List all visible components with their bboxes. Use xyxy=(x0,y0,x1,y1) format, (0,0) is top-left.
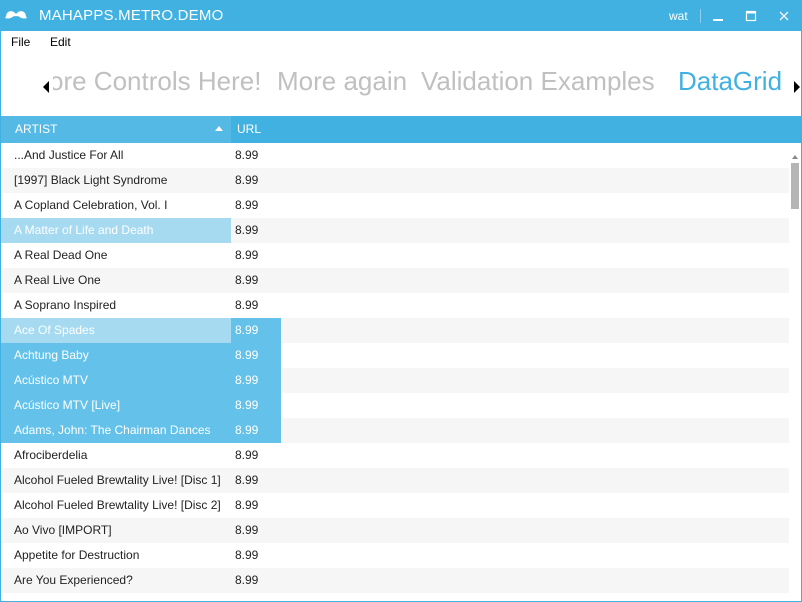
cell-url[interactable]: 8.99 xyxy=(231,193,281,218)
cell-artist[interactable]: Ao Vivo [IMPORT] xyxy=(1,518,231,543)
cell-url[interactable]: 8.99 xyxy=(231,168,281,193)
table-row[interactable]: A Real Dead One 8.99 xyxy=(1,243,789,268)
menu-file[interactable]: File xyxy=(11,31,30,53)
pivot-tab-strip: ore Controls Here! More again Validation… xyxy=(1,59,801,109)
minimize-icon xyxy=(713,19,723,21)
cell-url[interactable]: 8.99 xyxy=(231,418,281,443)
sort-ascending-icon xyxy=(215,126,223,131)
table-row[interactable]: ...And Justice For All 8.99 xyxy=(1,143,789,168)
maximize-icon xyxy=(745,10,757,22)
chevron-left-icon[interactable] xyxy=(43,81,49,93)
cell-artist[interactable]: Appetite for Destruction xyxy=(1,543,231,568)
table-row[interactable]: Alcohol Fueled Brewtality Live! [Disc 2]… xyxy=(1,493,789,518)
cell-url[interactable]: 8.99 xyxy=(231,493,281,518)
tab-more-controls[interactable]: ore Controls Here! xyxy=(53,66,261,97)
datagrid-header: ARTIST URL xyxy=(1,116,801,143)
window-title: MAHAPPS.METRO.DEMO xyxy=(39,7,224,24)
cell-artist[interactable]: A Soprano Inspired xyxy=(1,293,231,318)
chevron-right-icon[interactable] xyxy=(794,81,800,93)
cell-url[interactable]: 8.99 xyxy=(231,293,281,318)
title-bar[interactable]: MAHAPPS.METRO.DEMO wat xyxy=(1,1,801,31)
table-row[interactable]: A Matter of Life and Death 8.99 xyxy=(1,218,789,243)
table-row[interactable]: Appetite for Destruction 8.99 xyxy=(1,543,789,568)
cell-url[interactable]: 8.99 xyxy=(231,518,281,543)
cell-url[interactable]: 8.99 xyxy=(231,543,281,568)
table-row[interactable]: [1997] Black Light Syndrome 8.99 xyxy=(1,168,789,193)
table-row[interactable]: Adams, John: The Chairman Dances 8.99 xyxy=(1,418,789,443)
cell-url[interactable]: 8.99 xyxy=(231,393,281,418)
user-label[interactable]: wat xyxy=(669,1,688,31)
tab-validation-examples[interactable]: Validation Examples xyxy=(421,66,655,97)
scroll-up-icon[interactable] xyxy=(792,155,798,159)
table-row[interactable]: Ace Of Spades 8.99 xyxy=(1,318,789,343)
cell-url[interactable]: 8.99 xyxy=(231,343,281,368)
menu-edit[interactable]: Edit xyxy=(50,31,71,53)
table-row[interactable]: Ao Vivo [IMPORT] 8.99 xyxy=(1,518,789,543)
tab-list: ore Controls Here! More again Validation… xyxy=(53,59,791,109)
cell-artist[interactable]: Adams, John: The Chairman Dances xyxy=(1,418,231,443)
table-row[interactable]: Afrociberdelia 8.99 xyxy=(1,443,789,468)
table-row[interactable]: A Real Live One 8.99 xyxy=(1,268,789,293)
minimize-button[interactable] xyxy=(701,1,735,31)
datagrid-rows: ...And Justice For All 8.99 [1997] Black L… xyxy=(1,143,789,601)
cell-url[interactable]: 8.99 xyxy=(231,468,281,493)
column-header-url[interactable]: URL xyxy=(237,116,261,143)
cell-url[interactable]: 8.99 xyxy=(231,143,281,168)
app-window: MAHAPPS.METRO.DEMO wat File Edit ore Con… xyxy=(0,0,802,602)
cell-artist[interactable]: Alcohol Fueled Brewtality Live! [Disc 1] xyxy=(1,468,231,493)
cell-url[interactable]: 8.99 xyxy=(231,318,281,343)
menu-bar: File Edit xyxy=(1,31,801,53)
table-row[interactable]: Acústico MTV 8.99 xyxy=(1,368,789,393)
cell-url[interactable]: 8.99 xyxy=(231,368,281,393)
cell-artist[interactable]: A Matter of Life and Death xyxy=(1,218,231,243)
cell-url[interactable]: 8.99 xyxy=(231,218,281,243)
table-row[interactable]: A Copland Celebration, Vol. I 8.99 xyxy=(1,193,789,218)
mustache-icon xyxy=(5,11,27,19)
cell-artist[interactable]: Are You Experienced? xyxy=(1,568,231,593)
cell-artist[interactable]: ...And Justice For All xyxy=(1,143,231,168)
cell-artist[interactable]: A Real Dead One xyxy=(1,243,231,268)
cell-url[interactable]: 8.99 xyxy=(231,243,281,268)
table-row[interactable]: Achtung Baby 8.99 xyxy=(1,343,789,368)
cell-artist[interactable]: Afrociberdelia xyxy=(1,443,231,468)
close-icon xyxy=(779,11,789,21)
table-row[interactable]: A Soprano Inspired 8.99 xyxy=(1,293,789,318)
cell-url[interactable]: 8.99 xyxy=(231,443,281,468)
close-button[interactable] xyxy=(767,1,801,31)
column-header-artist[interactable]: ARTIST xyxy=(15,116,57,143)
cell-artist[interactable]: Acústico MTV xyxy=(1,368,231,393)
tab-more-again[interactable]: More again xyxy=(277,66,407,97)
vertical-scrollbar[interactable] xyxy=(789,143,801,601)
cell-artist[interactable]: A Real Live One xyxy=(1,268,231,293)
cell-artist[interactable]: [1997] Black Light Syndrome xyxy=(1,168,231,193)
tab-datagrid[interactable]: DataGrid xyxy=(678,66,782,97)
table-row[interactable]: Acústico MTV [Live] 8.99 xyxy=(1,393,789,418)
cell-artist[interactable]: Ace Of Spades xyxy=(1,318,231,343)
cell-artist[interactable]: Acústico MTV [Live] xyxy=(1,393,231,418)
maximize-button[interactable] xyxy=(734,1,768,31)
table-row[interactable]: Alcohol Fueled Brewtality Live! [Disc 1]… xyxy=(1,468,789,493)
cell-url[interactable]: 8.99 xyxy=(231,568,281,593)
cell-url[interactable]: 8.99 xyxy=(231,268,281,293)
cell-artist[interactable]: A Copland Celebration, Vol. I xyxy=(1,193,231,218)
scroll-thumb[interactable] xyxy=(791,163,799,209)
cell-artist[interactable]: Achtung Baby xyxy=(1,343,231,368)
table-row[interactable]: Are You Experienced? 8.99 xyxy=(1,568,789,593)
cell-artist[interactable]: Alcohol Fueled Brewtality Live! [Disc 2] xyxy=(1,493,231,518)
